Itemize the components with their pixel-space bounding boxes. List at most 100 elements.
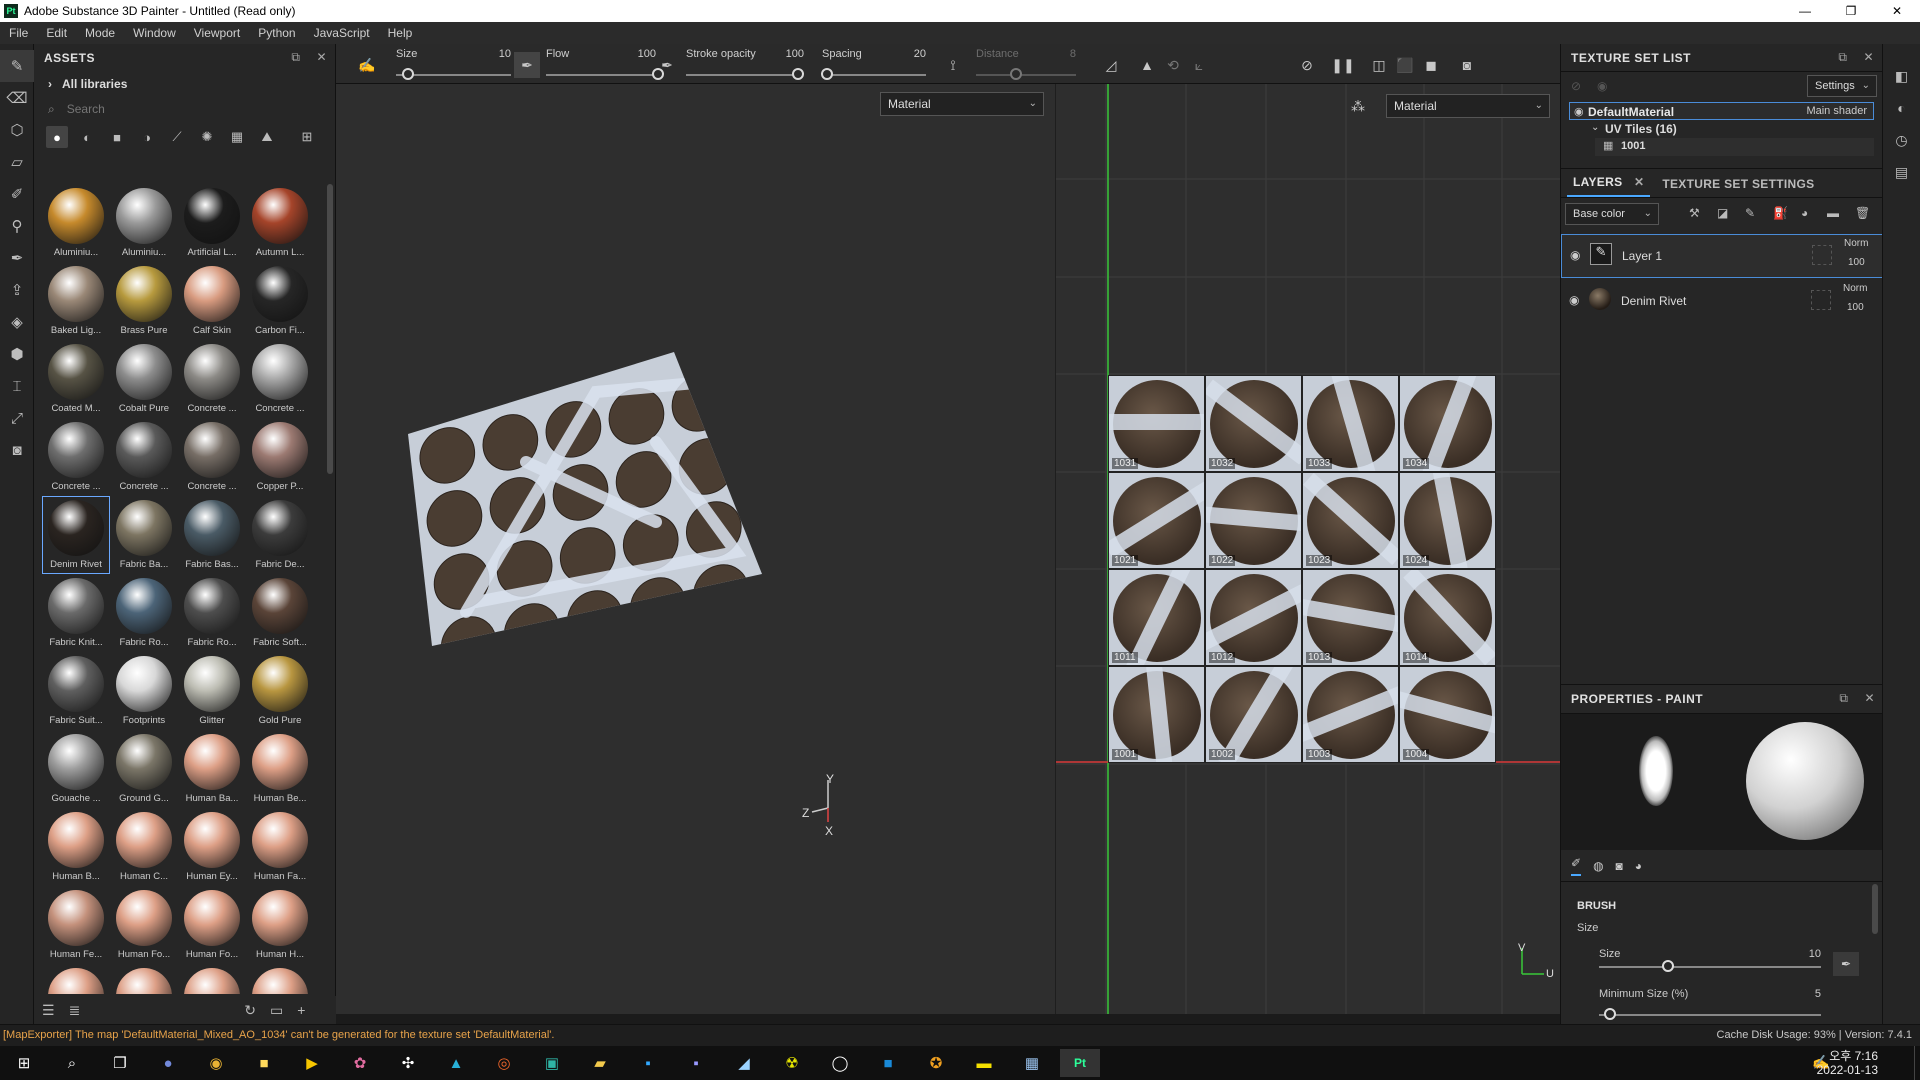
smart-materials-filter-icon[interactable]: ◐ [76,126,98,148]
screenshot-tool-icon[interactable]: ◙ [0,434,34,466]
material-thumbnail[interactable]: Fabric Suit... [42,652,110,730]
layer-visibility-eye-icon[interactable]: ◉ [1570,248,1580,262]
material-thumbnail[interactable]: Ground G... [110,730,178,808]
tab-layers[interactable]: LAYERS ✕ [1567,175,1651,197]
undock-icon[interactable]: ⧉ [1839,691,1848,706]
material-thumbnail[interactable]: Fabric Ba... [110,496,178,574]
layer-name[interactable]: Layer 1 [1622,249,1662,263]
menu-file[interactable]: File [0,26,37,40]
system-clock[interactable]: 오후 7:16 2022-01-13 [1817,1049,1878,1077]
start-icon[interactable]: ⊞ [4,1049,44,1077]
material-thumbnail[interactable]: Fabric Ro... [178,574,246,652]
list-icon[interactable]: ≣ [69,1002,81,1019]
houdini-icon[interactable]: ◎ [484,1049,524,1077]
measure-tool-icon[interactable]: ⌶ [0,370,34,402]
calculator-icon[interactable]: ▦ [1012,1049,1052,1077]
layer-opacity[interactable]: 100 [1848,257,1865,268]
material-thumbnail[interactable]: Human C... [110,808,178,886]
material-thumbnail[interactable]: Human B... [42,808,110,886]
uv-tile[interactable]: 1003 [1302,666,1399,763]
material-thumbnail[interactable]: Footprints [110,652,178,730]
grid-view-icon[interactable]: ⊞ [296,126,318,148]
layer-blend-mode[interactable]: Norm [1843,283,1867,294]
premiere-icon[interactable]: ▪ [676,1049,716,1077]
distance-slider-knob[interactable] [1010,68,1022,80]
material-thumbnail[interactable]: Cobalt Pure [110,340,178,418]
search-icon[interactable]: ⌕ [52,1049,92,1077]
pen-app-icon[interactable]: ◢ [724,1049,764,1077]
brush-properties-tab-icon[interactable]: ✐ [1571,856,1582,876]
spacing-slider-knob[interactable] [821,68,834,80]
material-thumbnail[interactable] [42,964,110,994]
add-paint-layer-icon[interactable]: ✎ [1745,206,1755,220]
material-picker-icon[interactable]: ◈ [0,306,34,338]
close-tab-icon[interactable]: ✕ [1634,175,1644,189]
particles-filter-icon[interactable]: ✺ [196,126,218,148]
projection-tool-icon[interactable]: ⬡ [0,114,34,146]
uv-tile[interactable]: 1034 [1399,375,1496,472]
material-thumbnail[interactable]: Copper P... [246,418,314,496]
layer-blend-mode[interactable]: Norm [1844,238,1868,249]
show-desktop-button[interactable] [1914,1046,1920,1080]
material-thumbnail[interactable]: Human Fo... [178,886,246,964]
settings-dropdown[interactable]: Settings ⌄ [1807,75,1877,97]
min-size-slider-knob[interactable] [1604,1008,1617,1020]
material-thumbnail[interactable]: Aluminiu... [110,184,178,262]
uv-tile[interactable]: 1013 [1302,569,1399,666]
brush-size-pen-pressure-icon[interactable]: ✒ [1833,952,1859,976]
tab-texture-set-settings[interactable]: TEXTURE SET SETTINGS [1656,177,1820,197]
paint-brush-tool-icon[interactable]: ✎ [0,50,34,82]
uv-tile[interactable]: 1011 [1108,569,1205,666]
brushes-filter-icon[interactable]: ⟋ [166,126,188,148]
alpha-properties-tab-icon[interactable]: ◍ [1593,859,1603,873]
textures-filter-icon[interactable]: ▦ [226,126,248,148]
layer-mask-slot[interactable] [1811,290,1831,310]
layer-mask-slot[interactable] [1812,245,1832,265]
task-view-icon[interactable]: ❐ [100,1049,140,1077]
uv-tile[interactable]: 1004 [1399,666,1496,763]
layer-name[interactable]: Denim Rivet [1621,294,1686,308]
add-effect-icon[interactable]: ⚒ [1689,206,1700,220]
smudge-tool-icon[interactable]: ✐ [0,178,34,210]
material-thumbnail[interactable]: Aluminiu... [42,184,110,262]
material-thumbnail[interactable]: Coated M... [42,340,110,418]
material-thumbnail[interactable]: Concrete ... [110,418,178,496]
radiation-app-icon[interactable]: ☢ [772,1049,812,1077]
clone-tool-icon[interactable]: ⚲ [0,210,34,242]
material-thumbnail[interactable]: Gold Pure [246,652,314,730]
material-thumbnail[interactable]: Concrete ... [178,340,246,418]
material-thumbnail[interactable]: Calf Skin [178,262,246,340]
add-smart-material-icon[interactable]: ◕ [1801,206,1808,220]
material-thumbnail[interactable]: Carbon Fi... [246,262,314,340]
channel-dropdown[interactable]: Base color ⌄ [1565,203,1659,225]
add-mask-icon[interactable]: ◪ [1717,206,1728,220]
hide-icon[interactable]: ⊘ [1571,79,1581,93]
minimize-button[interactable]: — [1782,0,1828,22]
assets-scrollbar[interactable] [327,184,333,474]
uv-tile[interactable]: 1012 [1205,569,1302,666]
library-selector[interactable]: › All libraries [34,72,335,96]
flow-pen-pressure-icon[interactable]: ✒ [654,52,680,78]
spacing-slider[interactable] [822,74,926,76]
environments-filter-icon[interactable]: ⛰ [256,126,278,148]
add-fill-layer-icon[interactable]: ⛽ [1773,206,1788,220]
material-properties-tab-icon[interactable]: ◕ [1635,859,1642,873]
menu-edit[interactable]: Edit [37,26,76,40]
close-panel-icon[interactable]: ✕ [316,50,327,65]
viewport-3d[interactable]: Material ⌄ Y Z X [336,84,1055,1014]
brush-size-slider[interactable] [1599,966,1821,968]
menu-mode[interactable]: Mode [76,26,124,40]
media-player-icon[interactable]: ▶ [292,1049,332,1077]
uv-tiles-row[interactable]: ⌄ UV Tiles (16) [1569,120,1882,138]
file-explorer-icon[interactable]: ▰ [580,1049,620,1077]
layer-visibility-eye-icon[interactable]: ◉ [1569,293,1579,307]
substance-painter-taskbar-icon[interactable]: Pt [1060,1049,1100,1077]
size-pen-pressure-icon[interactable]: ✒ [514,52,540,78]
eraser-tool-icon[interactable]: ⌫ [0,82,34,114]
flow-slider[interactable] [546,74,658,76]
screenshot-camera-icon[interactable]: ◙ [1454,52,1480,78]
add-icon[interactable]: + [297,1002,305,1018]
view-cube-icon[interactable]: ⬛ [1392,52,1418,78]
camera-icon[interactable]: ◼ [1418,52,1444,78]
texture-set-row[interactable]: ◉ DefaultMaterial Main shader [1569,102,1874,120]
